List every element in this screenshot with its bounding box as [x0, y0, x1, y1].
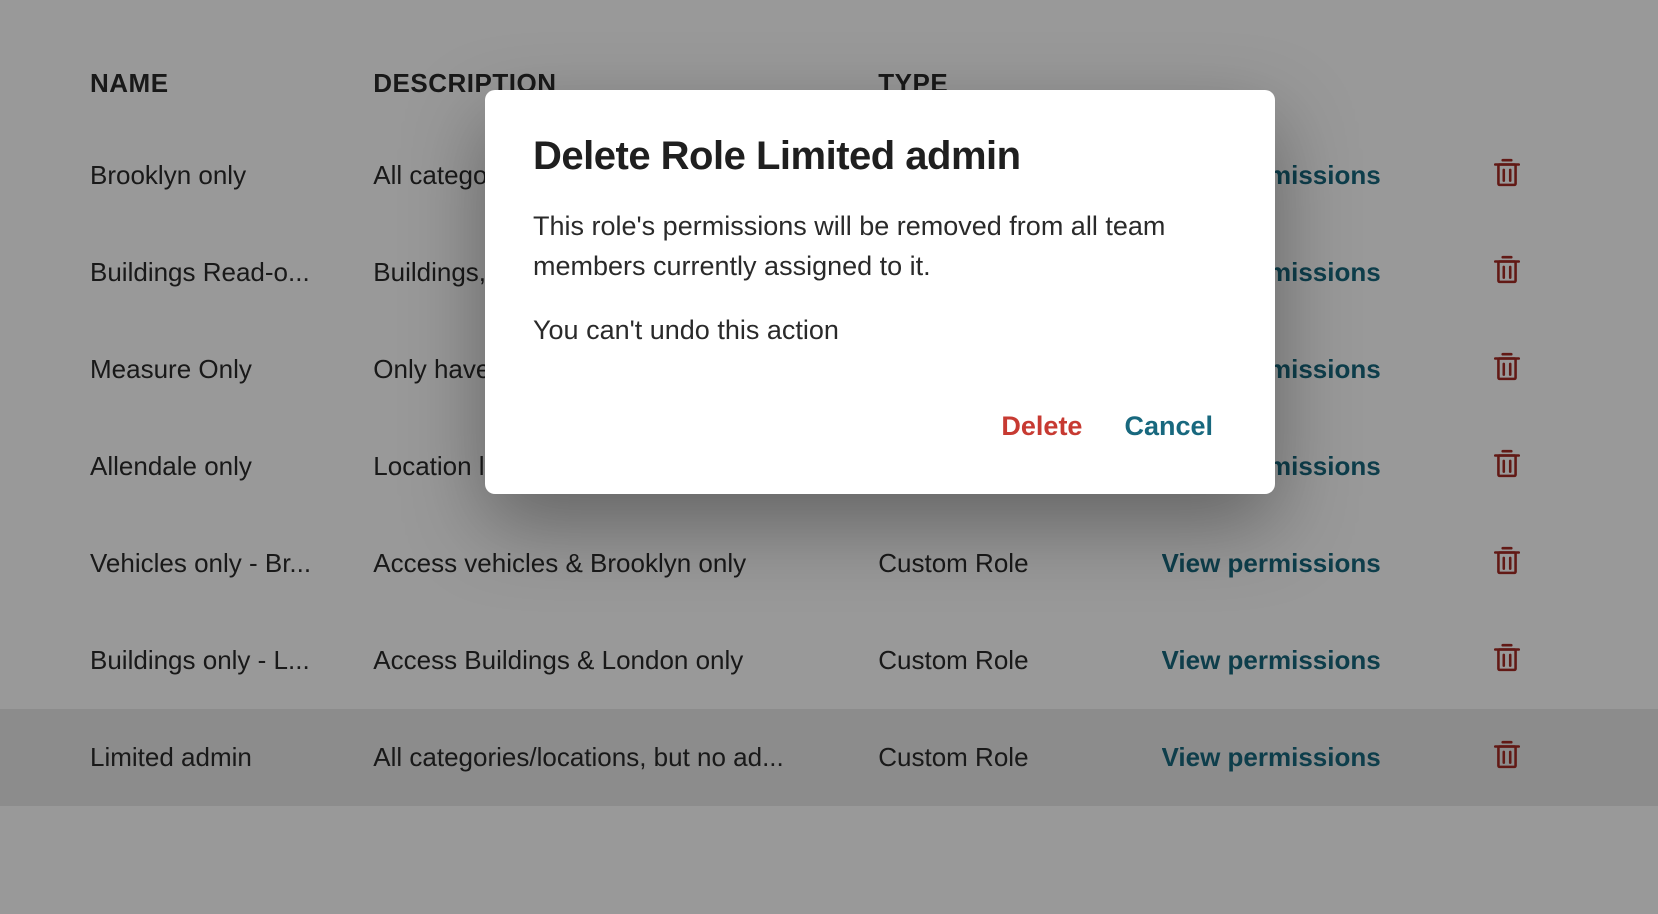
dialog-title: Delete Role Limited admin — [533, 134, 1215, 179]
dialog-body-1: This role's permissions will be removed … — [533, 207, 1215, 287]
dialog-body-2: You can't undo this action — [533, 311, 1215, 351]
delete-button[interactable]: Delete — [999, 407, 1084, 446]
cancel-button[interactable]: Cancel — [1122, 407, 1215, 446]
delete-role-dialog: Delete Role Limited admin This role's pe… — [485, 90, 1275, 494]
